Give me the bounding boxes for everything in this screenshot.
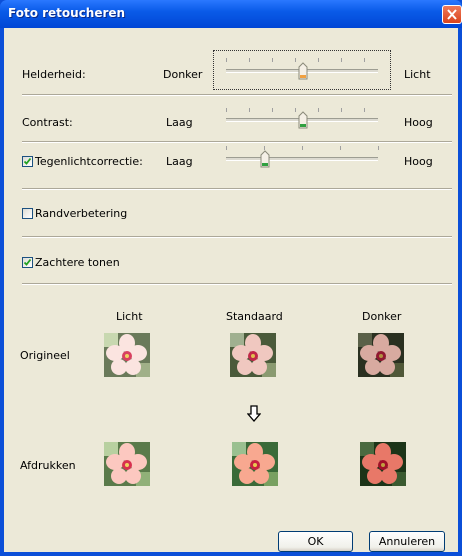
- backlight-slider[interactable]: [214, 140, 390, 176]
- print-standard-thumbnail: [232, 442, 278, 486]
- brightness-label: Helderheid:: [22, 68, 86, 81]
- preview-column-standard: Standaard: [226, 310, 283, 323]
- checkmark-icon: [23, 258, 32, 266]
- backlight-max-label: Hoog: [404, 155, 433, 168]
- brightness-min-label: Donker: [163, 68, 203, 81]
- print-row-label: Afdrukken: [20, 459, 76, 472]
- cancel-button[interactable]: Annuleren: [369, 531, 445, 552]
- backlight-min-label: Laag: [166, 155, 193, 168]
- contrast-slider-thumb[interactable]: [298, 111, 308, 129]
- contrast-slider[interactable]: [214, 102, 390, 138]
- contrast-label: Contrast:: [22, 116, 73, 129]
- original-light-thumbnail: [104, 333, 150, 377]
- dialog-client-area: Helderheid: Donker Licht Contrast: Laag …: [4, 28, 458, 552]
- backlight-label[interactable]: Tegenlichtcorrectie:: [35, 155, 143, 168]
- title-bar[interactable]: Foto retoucheren: [0, 0, 462, 28]
- brightness-slider-thumb[interactable]: [298, 62, 308, 80]
- window-title: Foto retoucheren: [8, 6, 126, 20]
- print-dark-thumbnail: [360, 442, 406, 486]
- softer-tones-checkbox[interactable]: [22, 257, 33, 268]
- preview-column-light: Licht: [116, 310, 143, 323]
- checkmark-icon: [23, 157, 32, 165]
- backlight-slider-thumb[interactable]: [260, 150, 270, 168]
- contrast-min-label: Laag: [166, 116, 193, 129]
- original-dark-thumbnail: [358, 333, 404, 377]
- edge-enhancement-label[interactable]: Randverbetering: [35, 207, 127, 220]
- original-standard-thumbnail: [230, 333, 276, 377]
- preview-column-dark: Donker: [362, 310, 402, 323]
- original-row-label: Origineel: [20, 349, 70, 362]
- ok-button[interactable]: OK: [278, 531, 353, 552]
- contrast-max-label: Hoog: [404, 116, 433, 129]
- close-button[interactable]: [442, 5, 462, 24]
- close-icon: [447, 9, 457, 20]
- print-light-thumbnail: [104, 442, 150, 486]
- backlight-checkbox[interactable]: [22, 156, 33, 167]
- brightness-max-label: Licht: [404, 68, 431, 81]
- dialog-window: Foto retoucheren Helderheid: Donker Lich…: [0, 0, 462, 556]
- brightness-slider[interactable]: [213, 50, 391, 90]
- softer-tones-label[interactable]: Zachtere tonen: [35, 256, 120, 269]
- arrow-down-icon: [247, 405, 261, 422]
- edge-enhancement-checkbox[interactable]: [22, 208, 33, 219]
